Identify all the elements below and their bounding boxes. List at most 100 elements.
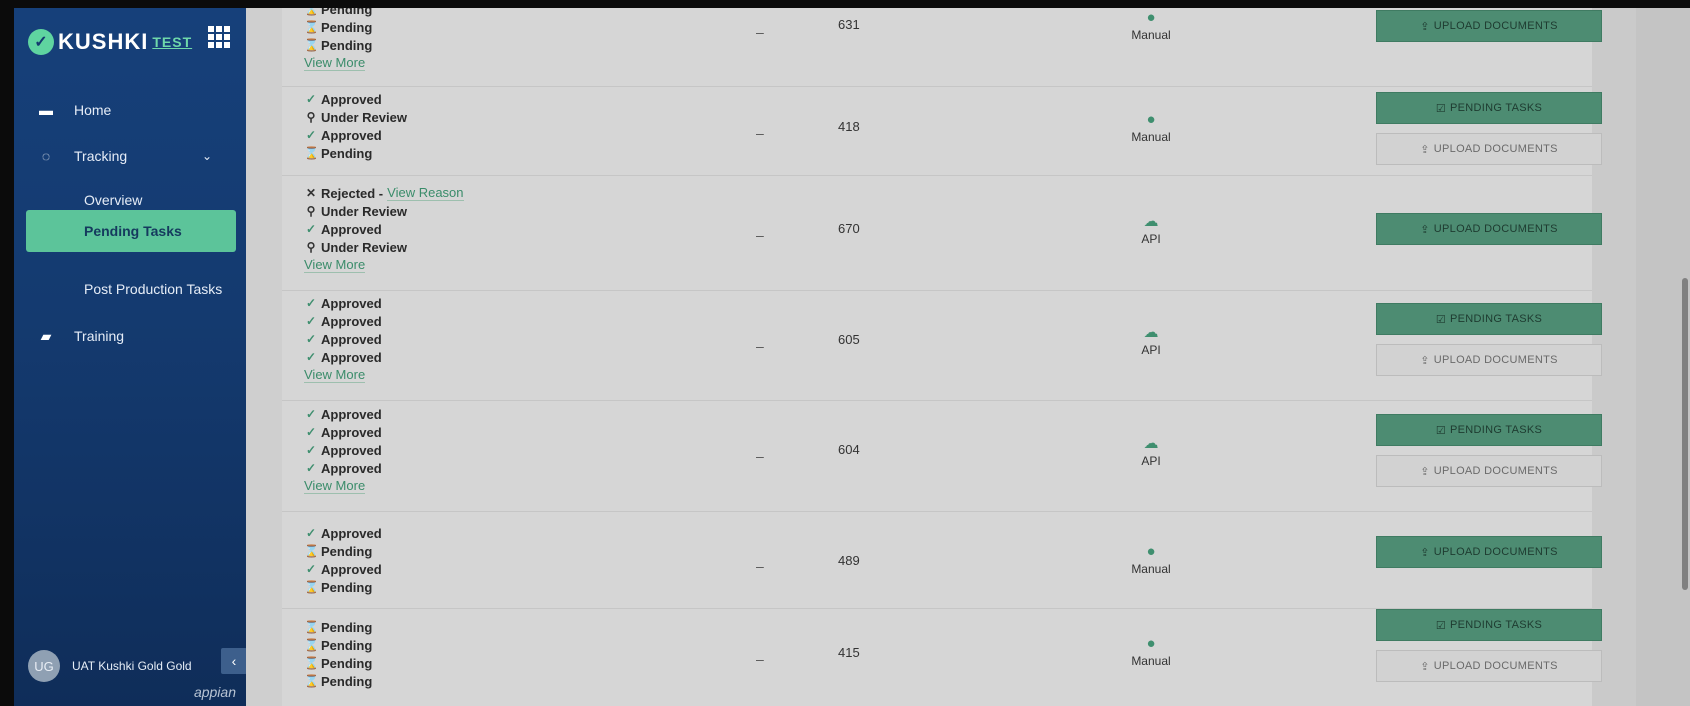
brand-logo[interactable]: ✓ KUSHKI TEST	[28, 22, 192, 62]
nav-tracking[interactable]: ◌ Tracking ⌄	[14, 138, 246, 174]
user-profile[interactable]: UG UAT Kushki Gold Gold	[28, 650, 192, 682]
x-icon: ✕	[305, 186, 317, 200]
graduation-cap-icon: ▰	[40, 327, 52, 344]
upload-documents-button[interactable]: ⇪ UPLOAD DOCUMENTS	[1376, 650, 1602, 682]
row-id: 604	[838, 442, 860, 457]
row-method: ● Manual	[1121, 9, 1181, 43]
row-dash: –	[756, 227, 764, 243]
row-dash: –	[756, 651, 764, 667]
check-icon: ✓	[305, 461, 317, 475]
nav-training-label: Training	[74, 328, 125, 344]
check-icon: ✓	[305, 443, 317, 457]
user-icon: ●	[1146, 635, 1156, 652]
appian-footer: appian	[193, 684, 236, 700]
nav-home[interactable]: ▬ Home	[14, 92, 246, 128]
row-statuses: ✕ Rejected - View Reason ⚲ Under Review ✓ Ap…	[304, 185, 464, 273]
chevron-down-icon: ⌄	[201, 149, 212, 163]
collapse-sidebar-button[interactable]: ‹	[221, 648, 247, 674]
row-id: 489	[838, 553, 860, 568]
hourglass-icon: ⌛	[304, 146, 319, 160]
check-icon: ✓	[305, 562, 317, 576]
hourglass-icon: ⌛	[304, 38, 319, 52]
view-more-link[interactable]: View More	[304, 55, 366, 71]
checkbox-icon: ☑	[1435, 619, 1447, 632]
row-divider	[282, 400, 1592, 401]
row-id: 631	[838, 17, 860, 32]
row-statuses: ⌛ Pending ⌛ Pending ⌛ Pending View More	[304, 8, 372, 72]
upload-documents-button[interactable]: ⇪ UPLOAD DOCUMENTS	[1376, 536, 1602, 568]
spinner-icon: ◌	[41, 148, 51, 164]
hourglass-icon: ⌛	[304, 638, 319, 652]
check-icon: ✓	[305, 407, 317, 421]
upload-icon: ⇪	[1420, 546, 1430, 559]
hourglass-icon: ⌛	[304, 674, 319, 688]
cloud-upload-icon: ☁	[1143, 213, 1159, 230]
view-more-link[interactable]: View More	[304, 478, 366, 494]
row-id: 418	[838, 119, 860, 134]
row-statuses: ⌛ Pending ⌛ Pending ⌛ Pending ⌛ Pending	[304, 619, 373, 689]
row-method: ● Manual	[1121, 635, 1181, 669]
hourglass-icon: ⌛	[304, 20, 319, 34]
upload-icon: ⇪	[1420, 465, 1430, 478]
row-method: ☁ API	[1121, 324, 1181, 358]
nav-post-production-tasks[interactable]: Post Production Tasks	[84, 274, 222, 304]
nav-post-production-label: Post Production Tasks	[84, 281, 223, 297]
pending-tasks-button[interactable]: ☑ PENDING TASKS	[1376, 609, 1602, 641]
upload-icon: ⇪	[1420, 660, 1430, 673]
row-id: 605	[838, 332, 860, 347]
upload-icon: ⇪	[1420, 354, 1430, 367]
check-icon: ✓	[305, 296, 317, 310]
check-icon: ✓	[305, 314, 317, 328]
hourglass-icon: ⌛	[304, 8, 319, 16]
check-icon: ✓	[305, 425, 317, 439]
upload-icon: ⇪	[1420, 143, 1430, 156]
vertical-scrollbar[interactable]	[1682, 278, 1688, 590]
nav-pending-tasks-label: Pending Tasks	[84, 223, 182, 239]
row-id: 670	[838, 221, 860, 236]
row-divider	[282, 290, 1592, 291]
cloud-upload-icon: ☁	[1143, 324, 1159, 341]
hourglass-icon: ⌛	[304, 580, 319, 594]
row-method: ☁ API	[1121, 436, 1181, 469]
row-divider	[282, 511, 1592, 512]
row-dash: –	[756, 448, 764, 464]
view-more-link[interactable]: View More	[304, 367, 366, 383]
row-divider	[282, 175, 1592, 176]
upload-icon: ⇪	[1420, 20, 1430, 33]
checkbox-icon: ☑	[1435, 424, 1447, 437]
search-icon: ⚲	[306, 240, 316, 254]
hourglass-icon: ⌛	[304, 544, 319, 558]
avatar: UG	[28, 650, 60, 682]
sidebar: ✓ KUSHKI TEST ▬ Home ◌ Tracking ⌄ Overvi…	[14, 8, 247, 706]
search-icon: ⚲	[306, 110, 316, 124]
upload-documents-button[interactable]: ⇪ UPLOAD DOCUMENTS	[1376, 455, 1602, 487]
upload-documents-button[interactable]: ⇪ UPLOAD DOCUMENTS	[1376, 344, 1602, 376]
view-reason-link[interactable]: View Reason	[387, 185, 464, 201]
check-icon: ✓	[305, 332, 317, 346]
check-icon: ✓	[305, 128, 317, 142]
pending-tasks-button[interactable]: ☑ PENDING TASKS	[1376, 303, 1602, 335]
upload-icon: ⇪	[1420, 223, 1430, 236]
pending-tasks-button[interactable]: ☑ PENDING TASKS	[1376, 414, 1602, 446]
check-icon: ✓	[305, 350, 317, 364]
upload-documents-button[interactable]: ⇪ UPLOAD DOCUMENTS	[1376, 10, 1602, 42]
upload-documents-button[interactable]: ⇪ UPLOAD DOCUMENTS	[1376, 213, 1602, 245]
upload-documents-button[interactable]: ⇪ UPLOAD DOCUMENTS	[1376, 133, 1602, 165]
user-icon: ●	[1146, 9, 1156, 26]
app-grid-icon[interactable]	[208, 26, 230, 48]
checkbox-icon: ☑	[1435, 313, 1447, 326]
nav-training[interactable]: ▰ Training	[14, 318, 246, 354]
checkbox-icon: ☑	[1435, 102, 1447, 115]
search-icon: ⚲	[306, 204, 316, 218]
status-item: ⌛ Pending	[304, 19, 373, 35]
status-item: ⌛ Pending	[304, 8, 372, 18]
check-icon: ✓	[305, 222, 317, 236]
row-id: 415	[838, 645, 860, 660]
view-more-link[interactable]: View More	[304, 257, 366, 273]
main-content: ⌛ Pending ⌛ Pending ⌛ Pending View More – 6…	[246, 8, 1690, 706]
nav-overview-label: Overview	[84, 192, 143, 208]
brand-name: KUSHKI	[58, 29, 149, 54]
row-statuses: ✓ Approved ⚲ Under Review ✓ Approved ⌛ Pendi…	[304, 91, 407, 161]
pending-tasks-button[interactable]: ☑ PENDING TASKS	[1376, 92, 1602, 124]
nav-pending-tasks[interactable]: Pending Tasks	[26, 210, 236, 252]
